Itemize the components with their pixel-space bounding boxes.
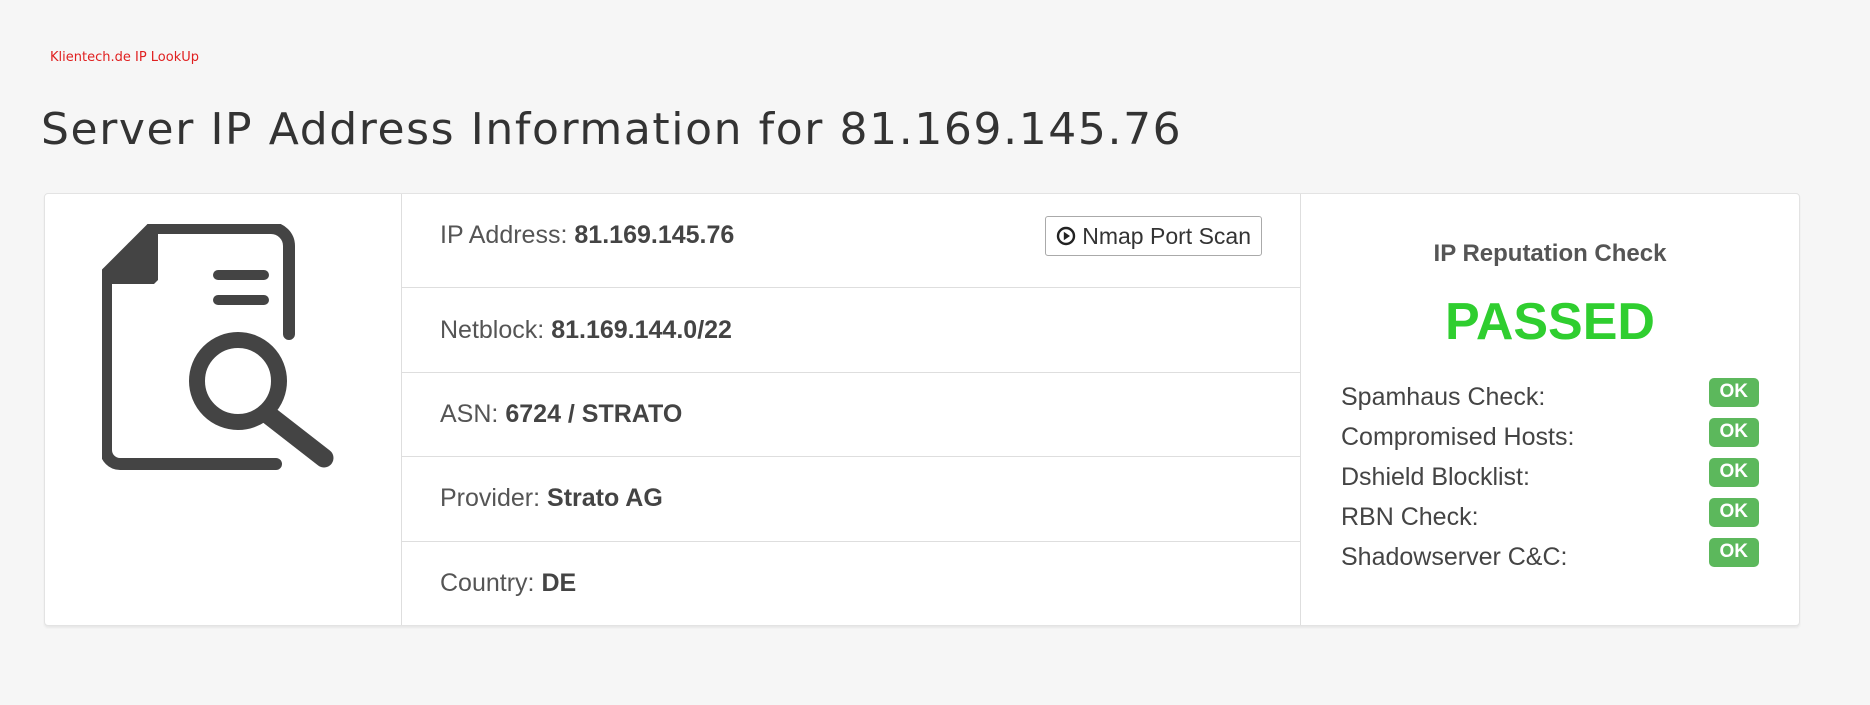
provider-row: Provider: Strato AG: [402, 457, 1300, 542]
document-search-icon: [102, 224, 334, 470]
asn-value: 6724 / STRATO: [505, 400, 683, 429]
nmap-port-scan-button[interactable]: Nmap Port Scan: [1045, 216, 1262, 256]
check-label: RBN Check:: [1341, 502, 1479, 531]
icon-column: [45, 194, 402, 625]
status-badge: OK: [1708, 537, 1759, 567]
check-shadowserver: Shadowserver C&C: OK: [1341, 537, 1759, 577]
asn-label: ASN:: [440, 400, 499, 429]
check-label: Dshield Blocklist:: [1341, 462, 1530, 491]
check-rbn: RBN Check: OK: [1341, 497, 1759, 537]
check-dshield-blocklist: Dshield Blocklist: OK: [1341, 457, 1759, 497]
ip-address-value: 81.169.145.76: [574, 221, 735, 250]
check-spamhaus: Spamhaus Check: OK: [1341, 377, 1759, 417]
reputation-title: IP Reputation Check: [1433, 240, 1667, 267]
provider-label: Provider:: [440, 484, 541, 513]
info-column: IP Address: 81.169.145.76 Nmap Port Scan…: [402, 194, 1301, 625]
site-link[interactable]: Klientech.de IP LookUp: [50, 50, 199, 65]
check-label: Compromised Hosts:: [1341, 422, 1575, 451]
status-badge: OK: [1708, 417, 1759, 447]
reputation-check-list: Spamhaus Check: OK Compromised Hosts: OK…: [1341, 377, 1759, 577]
country-label: Country:: [440, 568, 535, 597]
netblock-label: Netblock:: [440, 315, 545, 344]
country-value: DE: [541, 568, 577, 597]
play-circle-icon: [1057, 226, 1076, 246]
status-badge: OK: [1708, 457, 1759, 487]
netblock-value: 81.169.144.0/22: [551, 315, 732, 344]
ip-info-card: IP Address: 81.169.145.76 Nmap Port Scan…: [44, 193, 1800, 626]
ip-address-row: IP Address: 81.169.145.76 Nmap Port Scan: [402, 194, 1300, 289]
check-label: Shadowserver C&C:: [1341, 542, 1568, 571]
status-badge: OK: [1708, 497, 1759, 527]
netblock-row: Netblock: 81.169.144.0/22: [402, 288, 1300, 373]
country-row: Country: DE: [402, 542, 1300, 625]
page-title: Server IP Address Information for 81.169…: [41, 104, 1183, 155]
provider-value: Strato AG: [547, 484, 663, 513]
reputation-column: IP Reputation Check PASSED Spamhaus Chec…: [1301, 194, 1799, 625]
ip-address-label: IP Address:: [440, 221, 568, 250]
nmap-button-label: Nmap Port Scan: [1082, 222, 1251, 249]
reputation-status: PASSED: [1445, 293, 1655, 351]
status-badge: OK: [1708, 377, 1759, 407]
check-compromised-hosts: Compromised Hosts: OK: [1341, 417, 1759, 457]
asn-row: ASN: 6724 / STRATO: [402, 373, 1300, 458]
check-label: Spamhaus Check:: [1341, 382, 1546, 411]
